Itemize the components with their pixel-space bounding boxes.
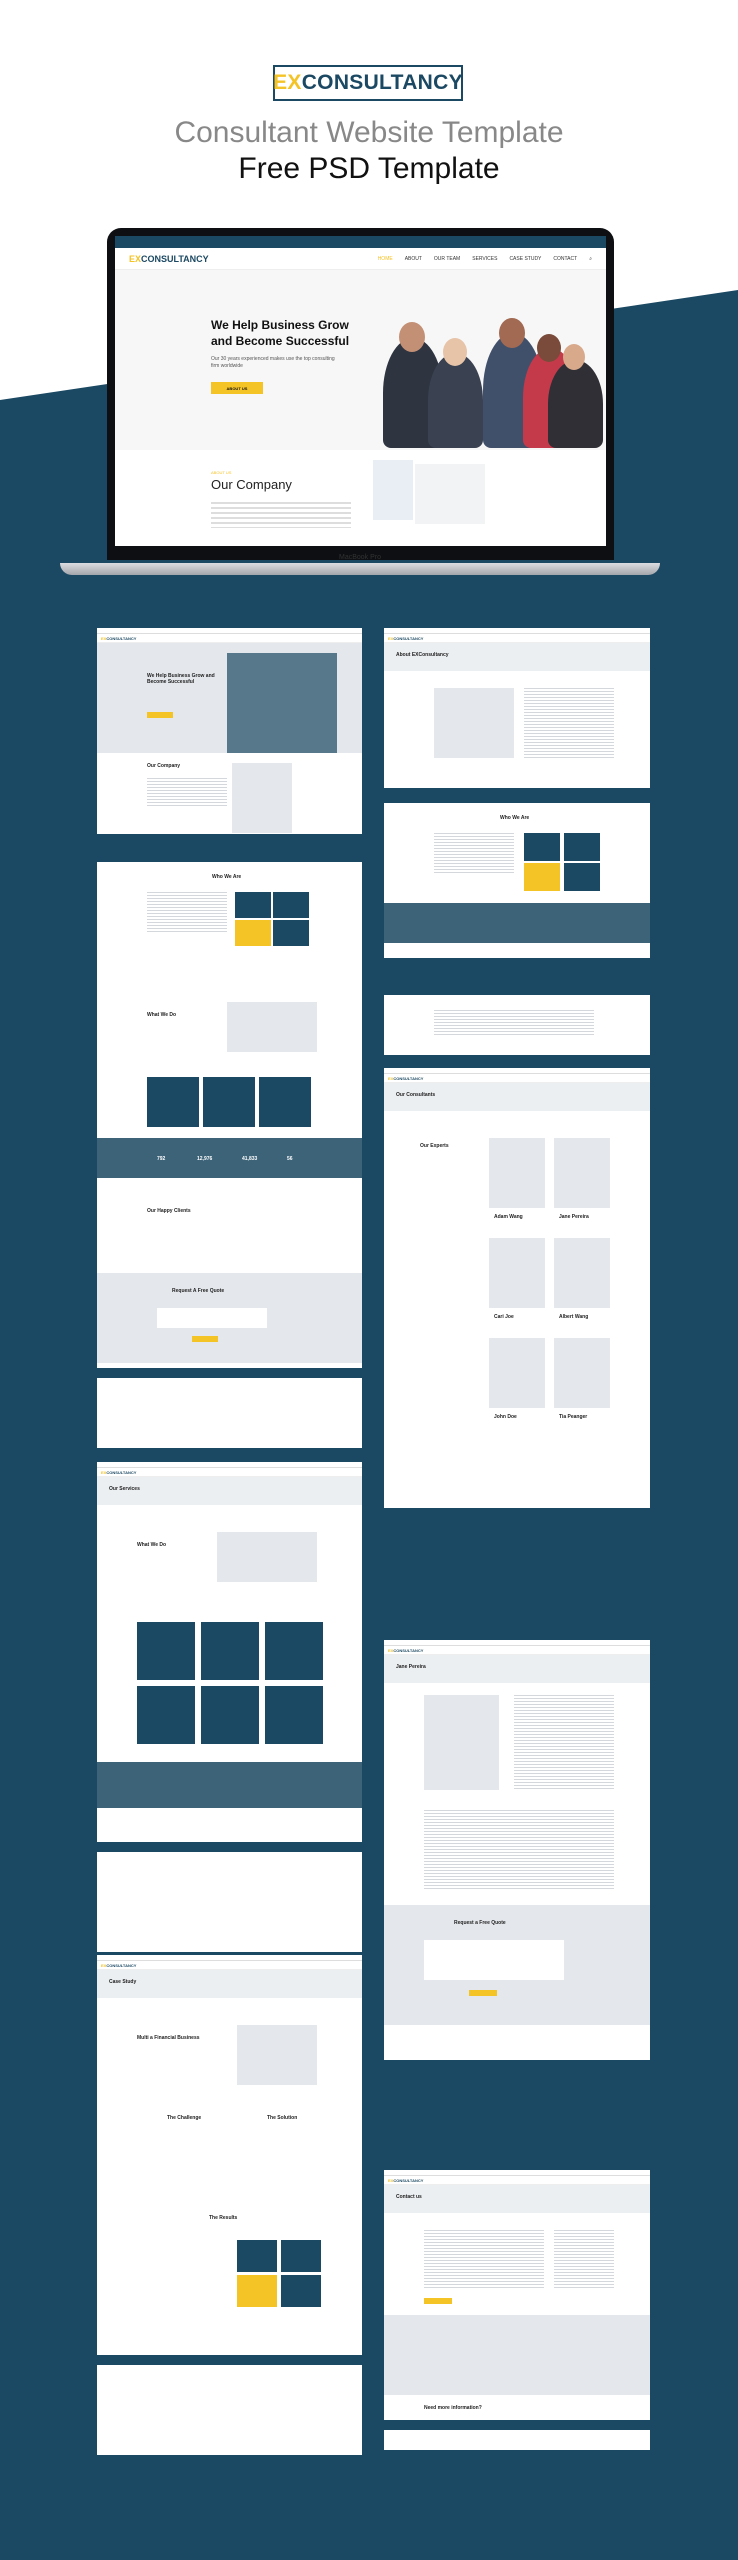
thumb-profile: EX CONSULTANCY Jane Pereira Request a Fre…	[384, 1640, 650, 2060]
company-label: ABOUT US	[211, 470, 232, 475]
thumb-home-hero: EX CONSULTANCY We Help Business Grow and …	[97, 628, 362, 844]
thumb-profile-quote: Request a Free Quote	[454, 1920, 506, 1926]
thumb-case-heading: Multi a Financial Business	[137, 2035, 200, 2041]
expert-name-3: Cari Joe	[494, 1314, 514, 1320]
thumb-contact: EX CONSULTANCY Contact us Need more infor…	[384, 2170, 650, 2450]
expert-name-6: Tia Peanger	[559, 1414, 588, 1420]
hero-text: Our 30 years experienced makes use the t…	[211, 356, 335, 369]
thumb-case-title: Case Study	[109, 1979, 137, 1985]
thumb-case-challenge: The Challenge	[167, 2115, 202, 2121]
stat-3: 41,833	[242, 1156, 258, 1162]
logo: EX CONSULTANCY	[273, 65, 463, 101]
thumb-contact-cta: Need more information?	[424, 2405, 482, 2411]
thumb-about-footer	[384, 995, 650, 1055]
thumb-case-solution: The Solution	[267, 2115, 298, 2121]
company-image-1	[373, 460, 413, 520]
laptop-screen: EXCONSULTANCY HOME ABOUT OUR TEAM SERVIC…	[115, 236, 606, 546]
page-title: Free PSD Template	[238, 152, 500, 185]
thumb-profile-title: Jane Pereira	[396, 1664, 426, 1670]
logo-rest: CONSULTANCY	[301, 71, 463, 94]
thumb-services-section: What We Do	[137, 1542, 167, 1548]
company-title: Our Company	[211, 477, 292, 492]
brand-rest: CONSULTANCY	[141, 253, 209, 264]
nav-item-home[interactable]: HOME	[378, 256, 393, 262]
expert-name-2: Jane Pereira	[559, 1214, 589, 1220]
thumb-about-who: Who We Are	[384, 803, 650, 958]
thumb-home-who: Who We Are What We Do	[97, 862, 362, 1140]
thumb-home-title: We Help Business Grow and Become Success…	[147, 673, 215, 685]
stat-4: 56	[287, 1156, 293, 1162]
thumb-who-title: Who We Are	[212, 874, 242, 880]
site-brand[interactable]: EXCONSULTANCY	[129, 254, 209, 264]
thumb-consultants: EX CONSULTANCY Our Consultants Our Expert…	[384, 1068, 650, 1518]
company-section: ABOUT US Our Company	[115, 450, 606, 546]
logo-prefix: EX	[273, 71, 302, 94]
expert-name-5: John Doe	[494, 1414, 517, 1420]
thumb-services-title: Our Services	[109, 1486, 140, 1492]
nav-links: HOME ABOUT OUR TEAM SERVICES CASE STUDY …	[378, 256, 592, 262]
nav-item-about[interactable]: ABOUT	[405, 256, 422, 262]
laptop-model: MacBook Pro	[338, 554, 382, 561]
thumb-consultants-title: Our Consultants	[396, 1092, 436, 1098]
page-subtitle: Consultant Website Template	[174, 116, 564, 149]
thumb-quote-title: Request A Free Quote	[172, 1288, 225, 1294]
thumb-what-title: What We Do	[147, 1012, 177, 1018]
hero-title: We Help Business Grow and Become Success…	[211, 318, 350, 348]
laptop-base: MacBook Pro	[60, 554, 660, 575]
thumb-about-who-title: Who We Are	[500, 815, 530, 821]
site-nav: EXCONSULTANCY HOME ABOUT OUR TEAM SERVIC…	[115, 248, 606, 270]
stat-2: 12,976	[197, 1156, 213, 1162]
stat-1: 792	[157, 1156, 166, 1162]
thumb-clients-title: Our Happy Clients	[147, 1208, 191, 1214]
about-us-button[interactable]: ABOUT US	[211, 382, 263, 394]
expert-name-4: Albert Wang	[559, 1314, 589, 1320]
expert-name-1: Adam Wang	[494, 1214, 523, 1220]
thumb-home-section: Our Company	[147, 763, 181, 769]
search-icon[interactable]: ⌕	[589, 256, 592, 262]
thumb-contact-title: Contact us	[396, 2194, 422, 2200]
nav-item-case-study[interactable]: CASE STUDY	[509, 256, 541, 262]
company-image-2	[415, 464, 485, 524]
nav-item-contact[interactable]: CONTACT	[553, 256, 577, 262]
thumb-about-title: About EXConsultancy	[396, 652, 449, 658]
thumb-home-stats: 792 12,976 41,833 56 Our Happy Clients R…	[97, 1138, 362, 1448]
brand-prefix: EX	[129, 253, 142, 264]
thumb-case-results: The Results	[209, 2215, 238, 2221]
thumb-experts-title: Our Experts	[420, 1143, 449, 1149]
company-paragraph	[211, 502, 351, 528]
nav-item-services[interactable]: SERVICES	[472, 256, 497, 262]
thumb-about: EX CONSULTANCY About EXConsultancy	[384, 628, 650, 798]
thumb-case-study: EX CONSULTANCY Case Study Multi a Financi…	[97, 1955, 362, 2455]
utility-bar	[115, 236, 606, 248]
thumb-services: EX CONSULTANCY Our Services What We Do	[97, 1462, 362, 1952]
team-photo	[373, 278, 603, 448]
nav-item-team[interactable]: OUR TEAM	[434, 256, 460, 262]
hero-section: We Help Business Grow and Become Success…	[115, 270, 606, 450]
laptop-mockup: EXCONSULTANCY HOME ABOUT OUR TEAM SERVIC…	[107, 228, 614, 560]
